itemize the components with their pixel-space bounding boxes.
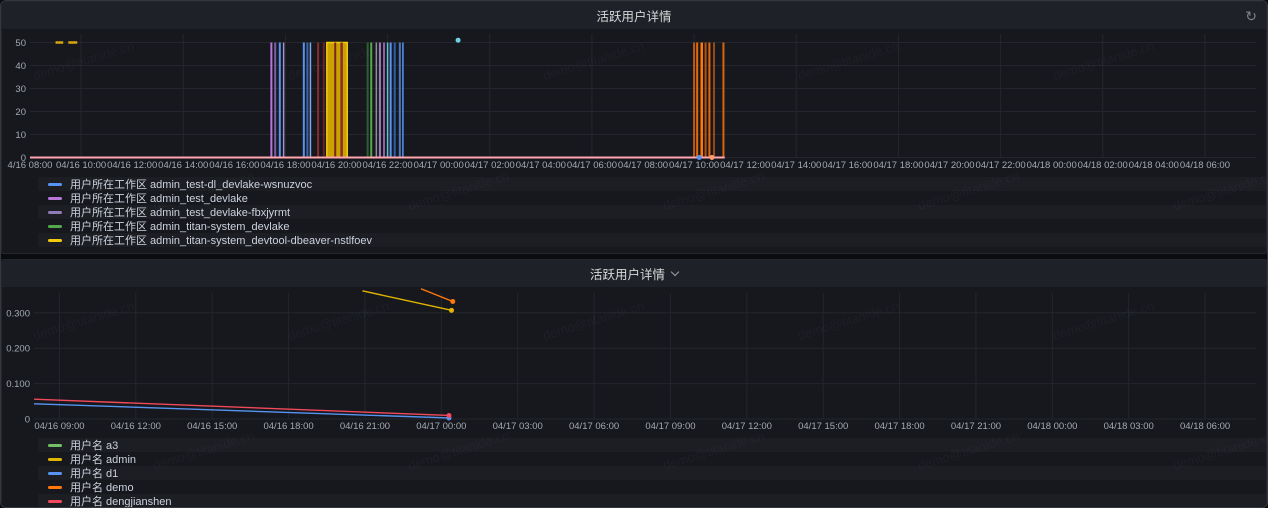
panel-header: 活跃用户详情 ↻	[2, 2, 1266, 29]
legend-item[interactable]: 用户所在工作区 admin_test_devlake-fbxjyrmt	[38, 205, 1266, 219]
x-tick-label: 04/17 20:00	[924, 160, 974, 171]
x-tick-label: 04/16 10:00	[56, 160, 106, 171]
legend-list: 用户名 a3用户名 admin用户名 d1用户名 demo用户名 dengjia…	[38, 435, 1266, 508]
x-tick-label: 04/18 06:00	[1180, 421, 1230, 432]
series-color-swatch	[48, 486, 62, 489]
y-tick-label: 40	[15, 61, 26, 72]
x-tick-label: 04/18 00:00	[1027, 421, 1077, 432]
series-line	[362, 291, 451, 310]
x-tick-label: 04/18 03:00	[1104, 421, 1154, 432]
x-tick-label: 04/17 03:00	[493, 421, 543, 432]
panel-header: 活跃用户详情	[2, 260, 1266, 287]
chevron-down-icon[interactable]	[671, 268, 679, 276]
x-tick-label: 04/17 12:00	[720, 160, 770, 171]
legend-item[interactable]: 用户所在工作区 admin_titan-system_devlake	[38, 219, 1266, 233]
panel-active-users-top: 活跃用户详情 ↻ 504030201004/16 08:0004/16 10:0…	[1, 1, 1267, 254]
x-tick-label: 04/18 00:00	[1027, 160, 1077, 171]
legend-item[interactable]: 用户所在工作区 admin_test_devlake	[38, 191, 1266, 205]
x-tick-label: 04/17 15:00	[798, 421, 848, 432]
x-tick-label: 04/18 04:00	[1129, 160, 1179, 171]
data-point	[449, 308, 454, 313]
y-tick-label: 0.300	[6, 308, 30, 319]
x-tick-label: 04/17 06:00	[569, 421, 619, 432]
x-tick-label: 04/17 00:00	[416, 421, 466, 432]
data-point	[456, 38, 461, 43]
timeseries-chart-users[interactable]: 0.300 0.200 0.100 0 04/16 09:00 04/16 12:00 04…	[2, 287, 1266, 435]
x-tick-label: 04/17 14:00	[771, 160, 821, 171]
legend-item[interactable]: 用户所在工作区 admin_titan-system_devtool-dbeav…	[38, 233, 1266, 247]
refresh-icon[interactable]: ↻	[1245, 9, 1257, 23]
x-tick-label: 4/16 08:00	[8, 160, 53, 171]
x-tick-label: 04/17 02:00	[465, 160, 515, 171]
series-line	[34, 399, 449, 415]
x-tick-label: 04/16 12:00	[107, 160, 157, 171]
timeseries-chart-workspaces[interactable]: 504030201004/16 08:0004/16 10:0004/16 12…	[2, 29, 1266, 174]
x-tick-label: 04/17 06:00	[567, 160, 617, 171]
x-tick-label: 04/16 18:00	[260, 160, 310, 171]
y-tick-label: 30	[15, 84, 26, 95]
legend-item[interactable]: 用户所在工作区 admin_test-dl_devlake-wsnuzvoc	[38, 177, 1266, 191]
series-color-swatch	[48, 197, 62, 200]
legend-item[interactable]: 用户名 dengjianshen	[38, 494, 1266, 508]
legend-item[interactable]: 用户名 admin	[38, 452, 1266, 466]
x-tick-label: 04/16 21:00	[340, 421, 390, 432]
panel-active-users-bottom: 活跃用户详情 0.300 0.200 0.100 0 04/16 09:00 04/16 …	[1, 259, 1267, 508]
series-color-swatch	[48, 239, 62, 242]
y-tick-label: 0.100	[6, 379, 30, 390]
legend-label: 用户所在工作区 admin_titan-system_devtool-dbeav…	[70, 232, 372, 248]
x-tick-label: 04/17 00:00	[414, 160, 464, 171]
series-line	[34, 404, 449, 418]
y-tick-label: 10	[15, 130, 26, 141]
series-color-swatch	[48, 225, 62, 228]
series-color-swatch	[48, 444, 62, 447]
x-tick-label: 04/16 16:00	[209, 160, 259, 171]
legend-item[interactable]: 用户名 a3	[38, 438, 1266, 452]
legend-item[interactable]: 用户名 d1	[38, 466, 1266, 480]
x-tick-label: 04/17 18:00	[874, 421, 924, 432]
data-point	[450, 299, 455, 304]
y-tick-label: 0	[25, 415, 30, 426]
x-tick-label: 04/17 09:00	[645, 421, 695, 432]
x-tick-label: 04/16 12:00	[111, 421, 161, 432]
x-tick-label: 04/17 12:00	[722, 421, 772, 432]
series-color-swatch	[48, 211, 62, 214]
y-tick-label: 0.200	[6, 344, 30, 355]
legend-item[interactable]: 用户名 demo	[38, 480, 1266, 494]
series-color-swatch	[48, 472, 62, 475]
x-tick-label: 04/18 06:00	[1180, 160, 1230, 171]
x-tick-label: 04/16 14:00	[158, 160, 208, 171]
data-point	[709, 155, 714, 160]
series-color-swatch	[48, 458, 62, 461]
data-point	[446, 413, 451, 418]
legend-list: 用户所在工作区 admin_test-dl_devlake-wsnuzvoc用户…	[38, 174, 1266, 253]
x-tick-label: 04/17 21:00	[951, 421, 1001, 432]
x-tick-label: 04/17 16:00	[822, 160, 872, 171]
series-line	[421, 289, 453, 302]
x-tick-label: 04/16 15:00	[187, 421, 237, 432]
x-tick-label: 04/17 18:00	[873, 160, 923, 171]
x-tick-label: 04/17 08:00	[618, 160, 668, 171]
x-tick-label: 04/16 20:00	[311, 160, 361, 171]
x-tick-label: 04/17 22:00	[975, 160, 1025, 171]
series-block	[327, 43, 347, 158]
x-tick-label: 04/18 02:00	[1078, 160, 1128, 171]
x-tick-label: 04/16 09:00	[34, 421, 84, 432]
x-tick-label: 04/16 18:00	[263, 421, 313, 432]
x-tick-label: 04/17 10:00	[669, 160, 719, 171]
y-tick-label: 50	[15, 38, 26, 49]
series-color-swatch	[48, 500, 62, 503]
panel-title[interactable]: 活跃用户详情	[590, 264, 665, 283]
panel-title[interactable]: 活跃用户详情	[596, 6, 671, 25]
data-point	[697, 155, 702, 160]
grafana-dashboard: 活跃用户详情 ↻ 50 40 30 20 10 0 4/16 08:0004/16 10:0…	[0, 0, 1268, 508]
series-color-swatch	[48, 183, 62, 186]
legend-label: 用户名 dengjianshen	[70, 493, 172, 508]
y-tick-label: 20	[15, 107, 26, 118]
x-tick-label: 04/17 04:00	[516, 160, 566, 171]
x-tick-label: 04/16 22:00	[362, 160, 412, 171]
